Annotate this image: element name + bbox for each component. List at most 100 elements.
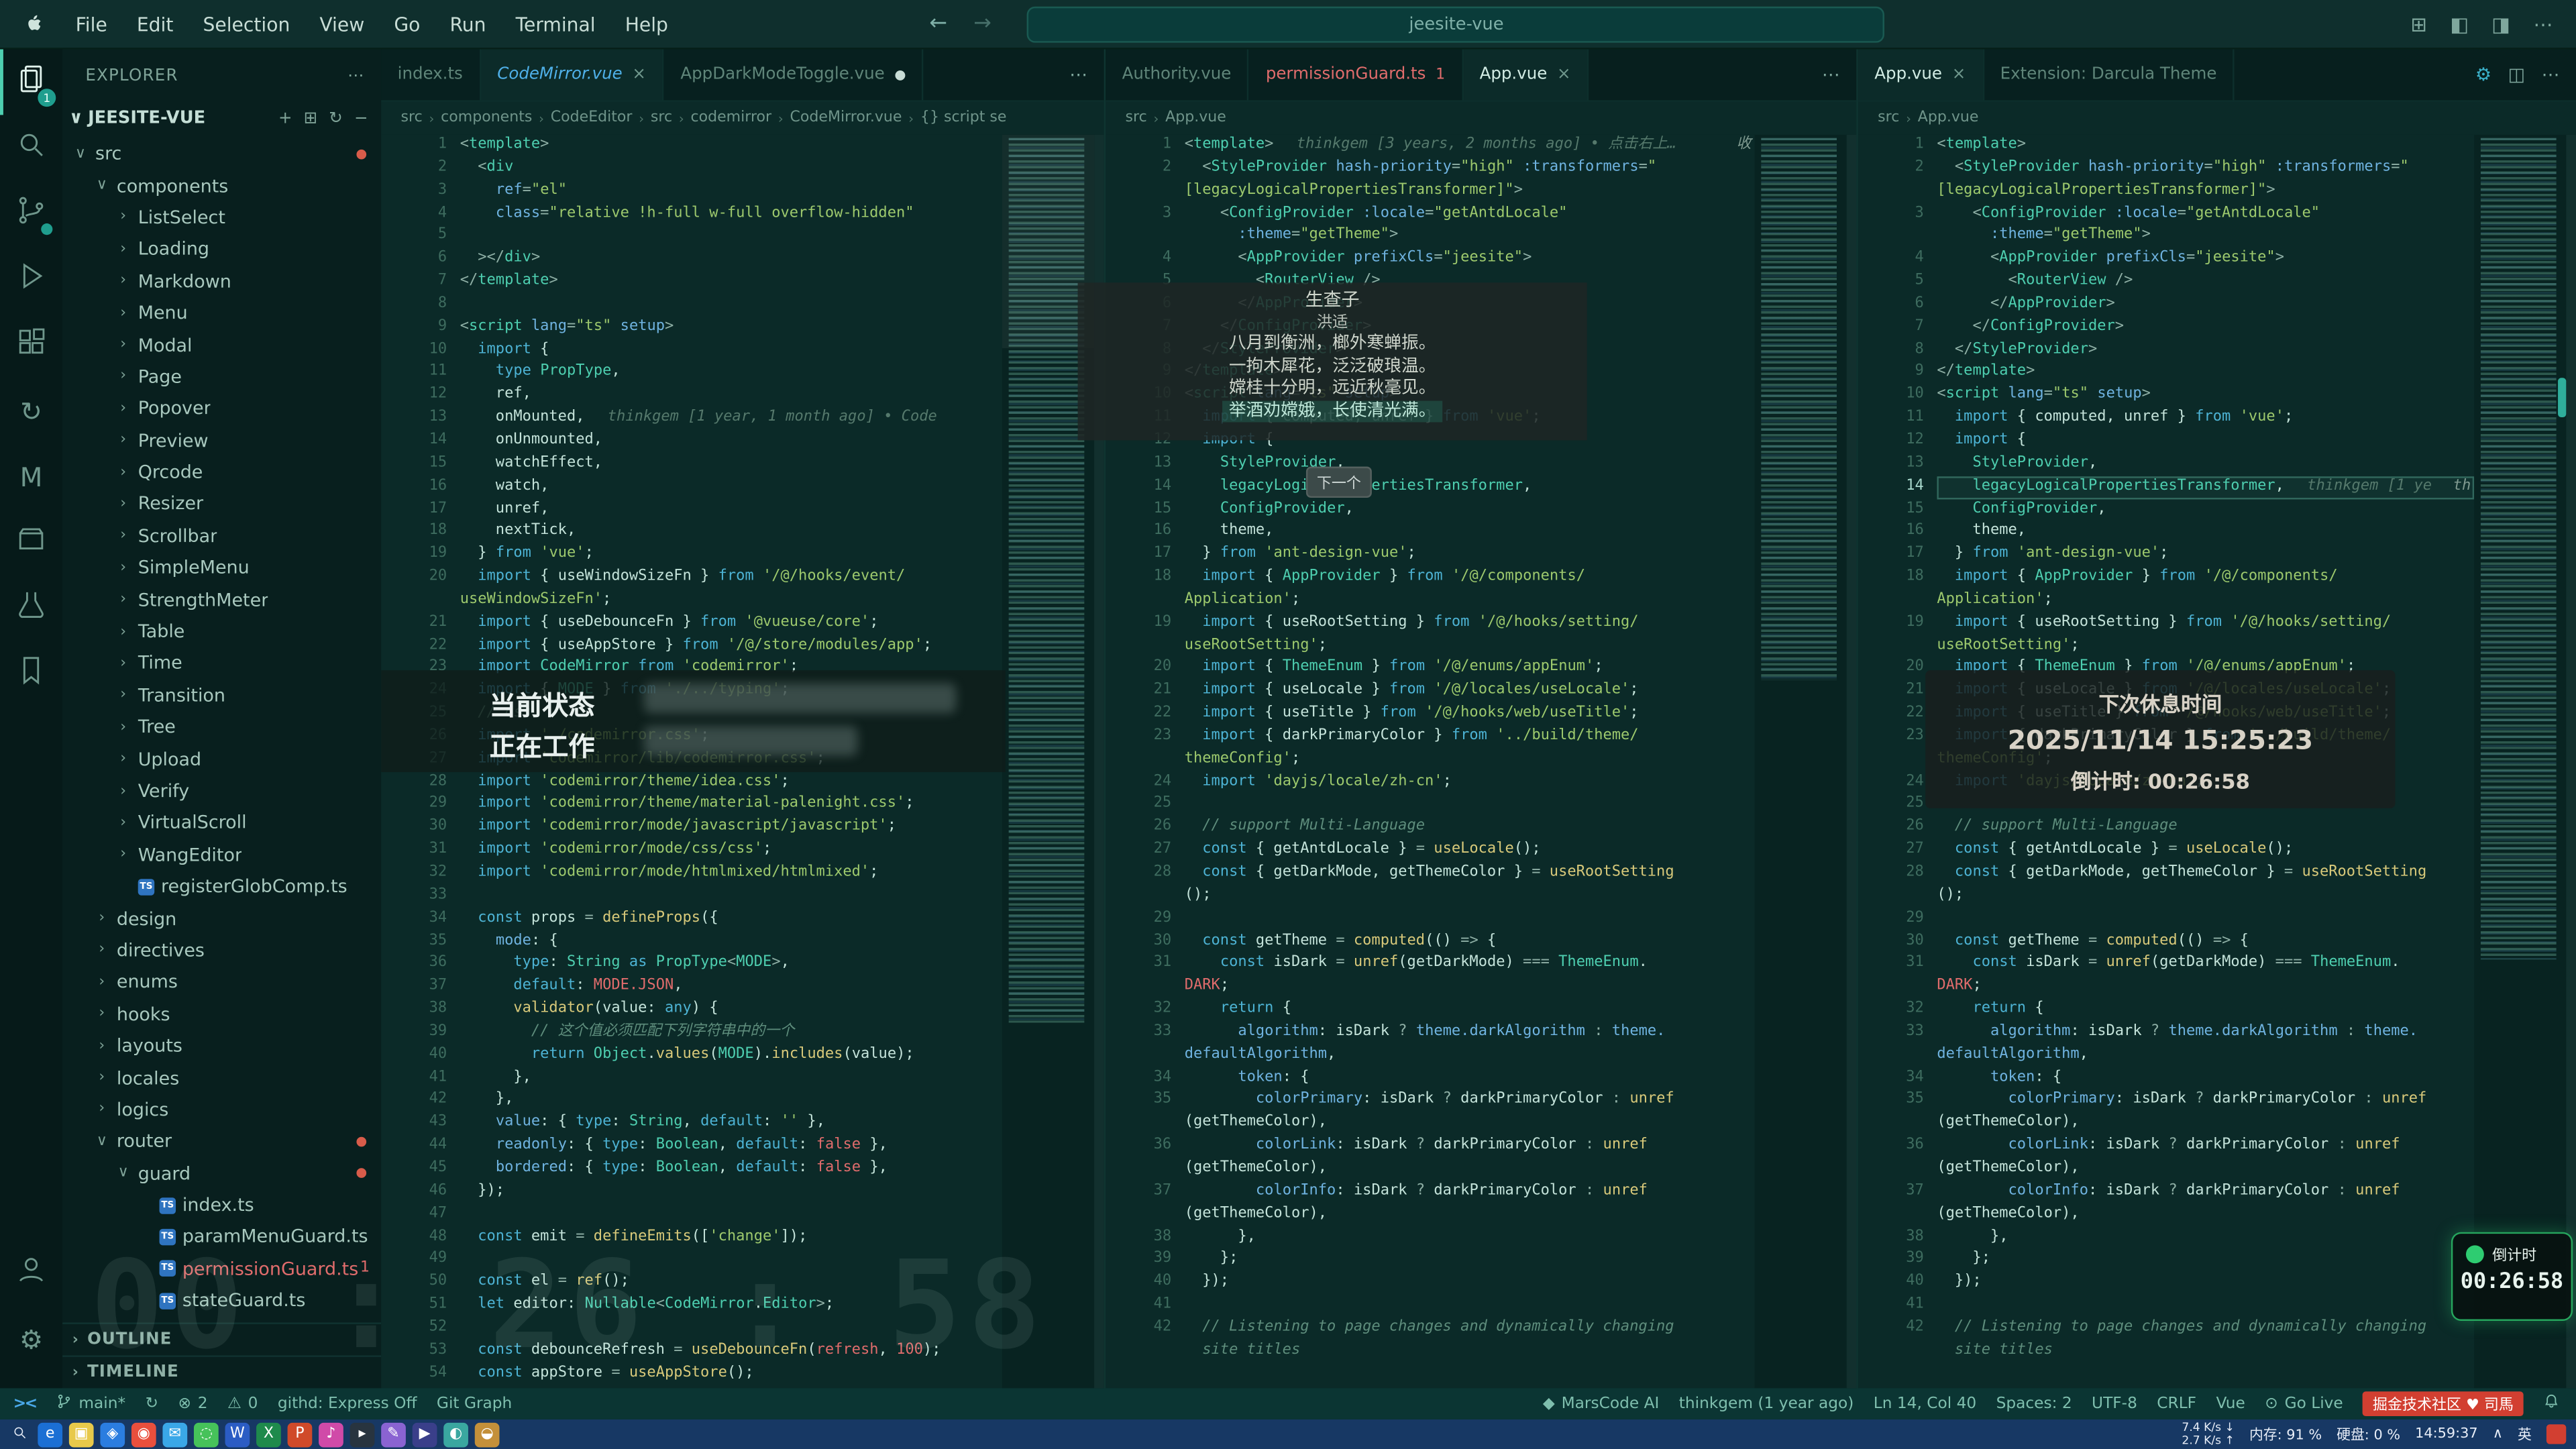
code-line[interactable]: legacyLogicalPropertiesTransformer,think… — [1937, 476, 2474, 498]
tree-item-registerGlobComp.ts[interactable]: TSregisterGlobComp.ts — [62, 871, 381, 902]
tab-index-ts[interactable]: index.ts — [381, 49, 481, 100]
activity-sync[interactable]: ↻ — [0, 378, 62, 443]
tree-item-Upload[interactable]: ›Upload — [62, 743, 381, 775]
breadcrumb-item[interactable]: {} script se — [920, 110, 1007, 126]
code-line[interactable]: import 'dayjs/locale/zh-cn'; — [1185, 771, 1755, 794]
tree-item-Modal[interactable]: ›Modal — [62, 329, 381, 361]
code-line[interactable]: import { darkPrimaryColor } from '../bui… — [1185, 726, 1755, 749]
status-cursor-position[interactable]: Ln 14, Col 40 — [1874, 1395, 1976, 1413]
code-line[interactable]: (getThemeColor), — [1185, 1158, 1755, 1181]
code-line[interactable]: watch, — [460, 476, 1002, 498]
tree-item-enums[interactable]: ›enums — [62, 966, 381, 998]
code-line[interactable]: <AppProvider prefixCls="jeesite"> — [1937, 248, 2474, 271]
status-problems-warnings[interactable]: ⚠0 — [227, 1395, 258, 1413]
code-line[interactable]: [legacyLogicalPropertiesTransformer]"> — [1185, 180, 1755, 203]
menu-edit[interactable]: Edit — [122, 12, 189, 35]
breadcrumb-item[interactable]: src — [401, 110, 423, 126]
activity-settings[interactable]: ⚙ — [0, 1306, 62, 1372]
code-line[interactable]: const getTheme = computed(() => { — [1937, 930, 2474, 953]
layout-grid-icon[interactable]: ⊞ — [2410, 12, 2427, 35]
minimap[interactable] — [2474, 135, 2566, 1389]
activity-source-control[interactable] — [0, 180, 62, 246]
code-line[interactable]: (); — [1185, 885, 1755, 908]
code-line[interactable]: </StyleProvider> — [1937, 339, 2474, 362]
code-line[interactable]: onUnmounted, — [460, 431, 1002, 453]
countdown-widget[interactable]: 倒计时 00:26:58 — [2451, 1232, 2573, 1321]
activity-run-debug[interactable] — [0, 246, 62, 312]
status-githd[interactable]: githd: Express Off — [278, 1395, 417, 1413]
code-line[interactable]: import { — [460, 339, 1002, 362]
new-file-icon[interactable]: + — [278, 109, 292, 127]
activity-accounts[interactable] — [0, 1240, 62, 1306]
code-line[interactable]: import { AppProvider } from '/@/componen… — [1185, 567, 1755, 590]
code-line[interactable]: import { useRootSetting } from '/@/hooks… — [1185, 612, 1755, 635]
code-line[interactable]: // support Multi-Language — [1185, 817, 1755, 840]
menu-help[interactable]: Help — [610, 12, 683, 35]
taskbar-player[interactable]: ▶ — [413, 1422, 437, 1447]
code-line[interactable]: }; — [1185, 1249, 1755, 1272]
refresh-icon[interactable]: ↻ — [329, 109, 343, 127]
code-line[interactable]: </template> — [460, 271, 1002, 294]
tab-appdarkmodetoggle-vue[interactable]: AppDarkModeToggle.vue● — [664, 49, 924, 100]
code-line[interactable]: import 'codemirror/theme/material-paleni… — [460, 794, 1002, 817]
new-folder-icon[interactable]: ⊞ — [304, 109, 318, 127]
tree-item-index.ts[interactable]: TSindex.ts — [62, 1189, 381, 1221]
scrollbar[interactable] — [2566, 135, 2576, 1389]
status-indentation[interactable]: Spaces: 2 — [1996, 1395, 2072, 1413]
code-line[interactable]: </ConfigProvider> — [1937, 317, 2474, 339]
code-line[interactable]: theme, — [1185, 521, 1755, 544]
tree-item-Popover[interactable]: ›Popover — [62, 393, 381, 425]
activity-bookmarks[interactable] — [0, 641, 62, 706]
code-line[interactable]: import 'codemirror/mode/javascript/javas… — [460, 817, 1002, 840]
code-line[interactable]: import 'codemirror/theme/idea.css'; — [460, 771, 1002, 794]
code-line[interactable]: import { AppProvider } from '/@/componen… — [1937, 567, 2474, 590]
code-line[interactable] — [460, 1203, 1002, 1226]
code-line[interactable]: :theme="getTheme"> — [1937, 225, 2474, 248]
breadcrumb-item[interactable]: codemirror — [691, 110, 772, 126]
taskbar-excel[interactable]: X — [256, 1422, 281, 1447]
tree-item-guard[interactable]: ∨guard — [62, 1157, 381, 1189]
status-language-mode[interactable]: Vue — [2216, 1395, 2245, 1413]
code-line[interactable]: defaultAlgorithm, — [1185, 1044, 1755, 1067]
code-line[interactable]: </template> — [1937, 362, 2474, 385]
tab-extension-darcula-theme[interactable]: Extension: Darcula Theme — [1984, 49, 2235, 100]
code-line[interactable]: (getThemeColor), — [1937, 1158, 2474, 1181]
code-line[interactable]: </AppProvider> — [1937, 294, 2474, 317]
activity-search[interactable] — [0, 115, 62, 180]
status-git-branch[interactable]: main* — [56, 1393, 125, 1415]
tree-item-layouts[interactable]: ›layouts — [62, 1030, 381, 1061]
tree-item-Transition[interactable]: ›Transition — [62, 680, 381, 711]
code-line[interactable]: import { useTitle } from '/@/hooks/web/u… — [1185, 703, 1755, 726]
tree-item-Verify[interactable]: ›Verify — [62, 775, 381, 806]
code-line[interactable]: import { — [1937, 431, 2474, 453]
taskbar-start-search[interactable] — [7, 1422, 32, 1447]
tab-app-vue[interactable]: App.vue× — [1858, 49, 1984, 100]
command-center-search[interactable]: jeesite-vue — [1028, 6, 1885, 42]
code-line[interactable]: colorLink: isDark ? darkPrimaryColor : u… — [1185, 1136, 1755, 1159]
code-line[interactable]: const { getDarkMode, getThemeColor } = u… — [1937, 863, 2474, 885]
code-line[interactable]: import { useDebounceFn } from '@vueuse/c… — [460, 612, 1002, 635]
code-line[interactable]: ></div> — [460, 248, 1002, 271]
close-icon[interactable]: × — [1557, 66, 1571, 84]
code-line[interactable]: <template>thinkgem [3 years, 2 months ag… — [1185, 135, 1755, 158]
code-line[interactable]: const isDark = unref(getDarkMode) === Th… — [1937, 953, 2474, 976]
status-remote-indicator[interactable]: >< — [13, 1395, 36, 1413]
breadcrumb-item[interactable]: CodeEditor — [551, 110, 633, 126]
menu-terminal[interactable]: Terminal — [501, 12, 610, 35]
code-line[interactable] — [1937, 908, 2474, 931]
code-line[interactable]: // Listening to page changes and dynamic… — [1937, 1318, 2474, 1340]
code-line[interactable]: const { getAntdLocale } = useLocale(); — [1937, 840, 2474, 863]
more-actions-icon[interactable]: ⋯ — [2542, 64, 2560, 86]
code-line[interactable]: <AppProvider prefixCls="jeesite"> — [1185, 248, 1755, 271]
status-notifications-bell[interactable] — [2543, 1393, 2559, 1415]
code-line[interactable]: onMounted,thinkgem [1 year, 1 month ago]… — [460, 408, 1002, 431]
tree-item-Scrollbar[interactable]: ›Scrollbar — [62, 521, 381, 552]
status-marscode-ai[interactable]: ◆MarsCode AI — [1543, 1395, 1659, 1413]
code-line[interactable]: <ConfigProvider :locale="getAntdLocale" — [1185, 203, 1755, 226]
code-line[interactable]: <StyleProvider hash-priority="high" :tra… — [1937, 158, 2474, 180]
tree-item-hooks[interactable]: ›hooks — [62, 998, 381, 1030]
code-line[interactable]: }; — [1937, 1249, 2474, 1272]
code-line[interactable]: }); — [460, 1181, 1002, 1203]
code-line[interactable]: <div — [460, 158, 1002, 180]
tree-item-design[interactable]: ›design — [62, 902, 381, 934]
